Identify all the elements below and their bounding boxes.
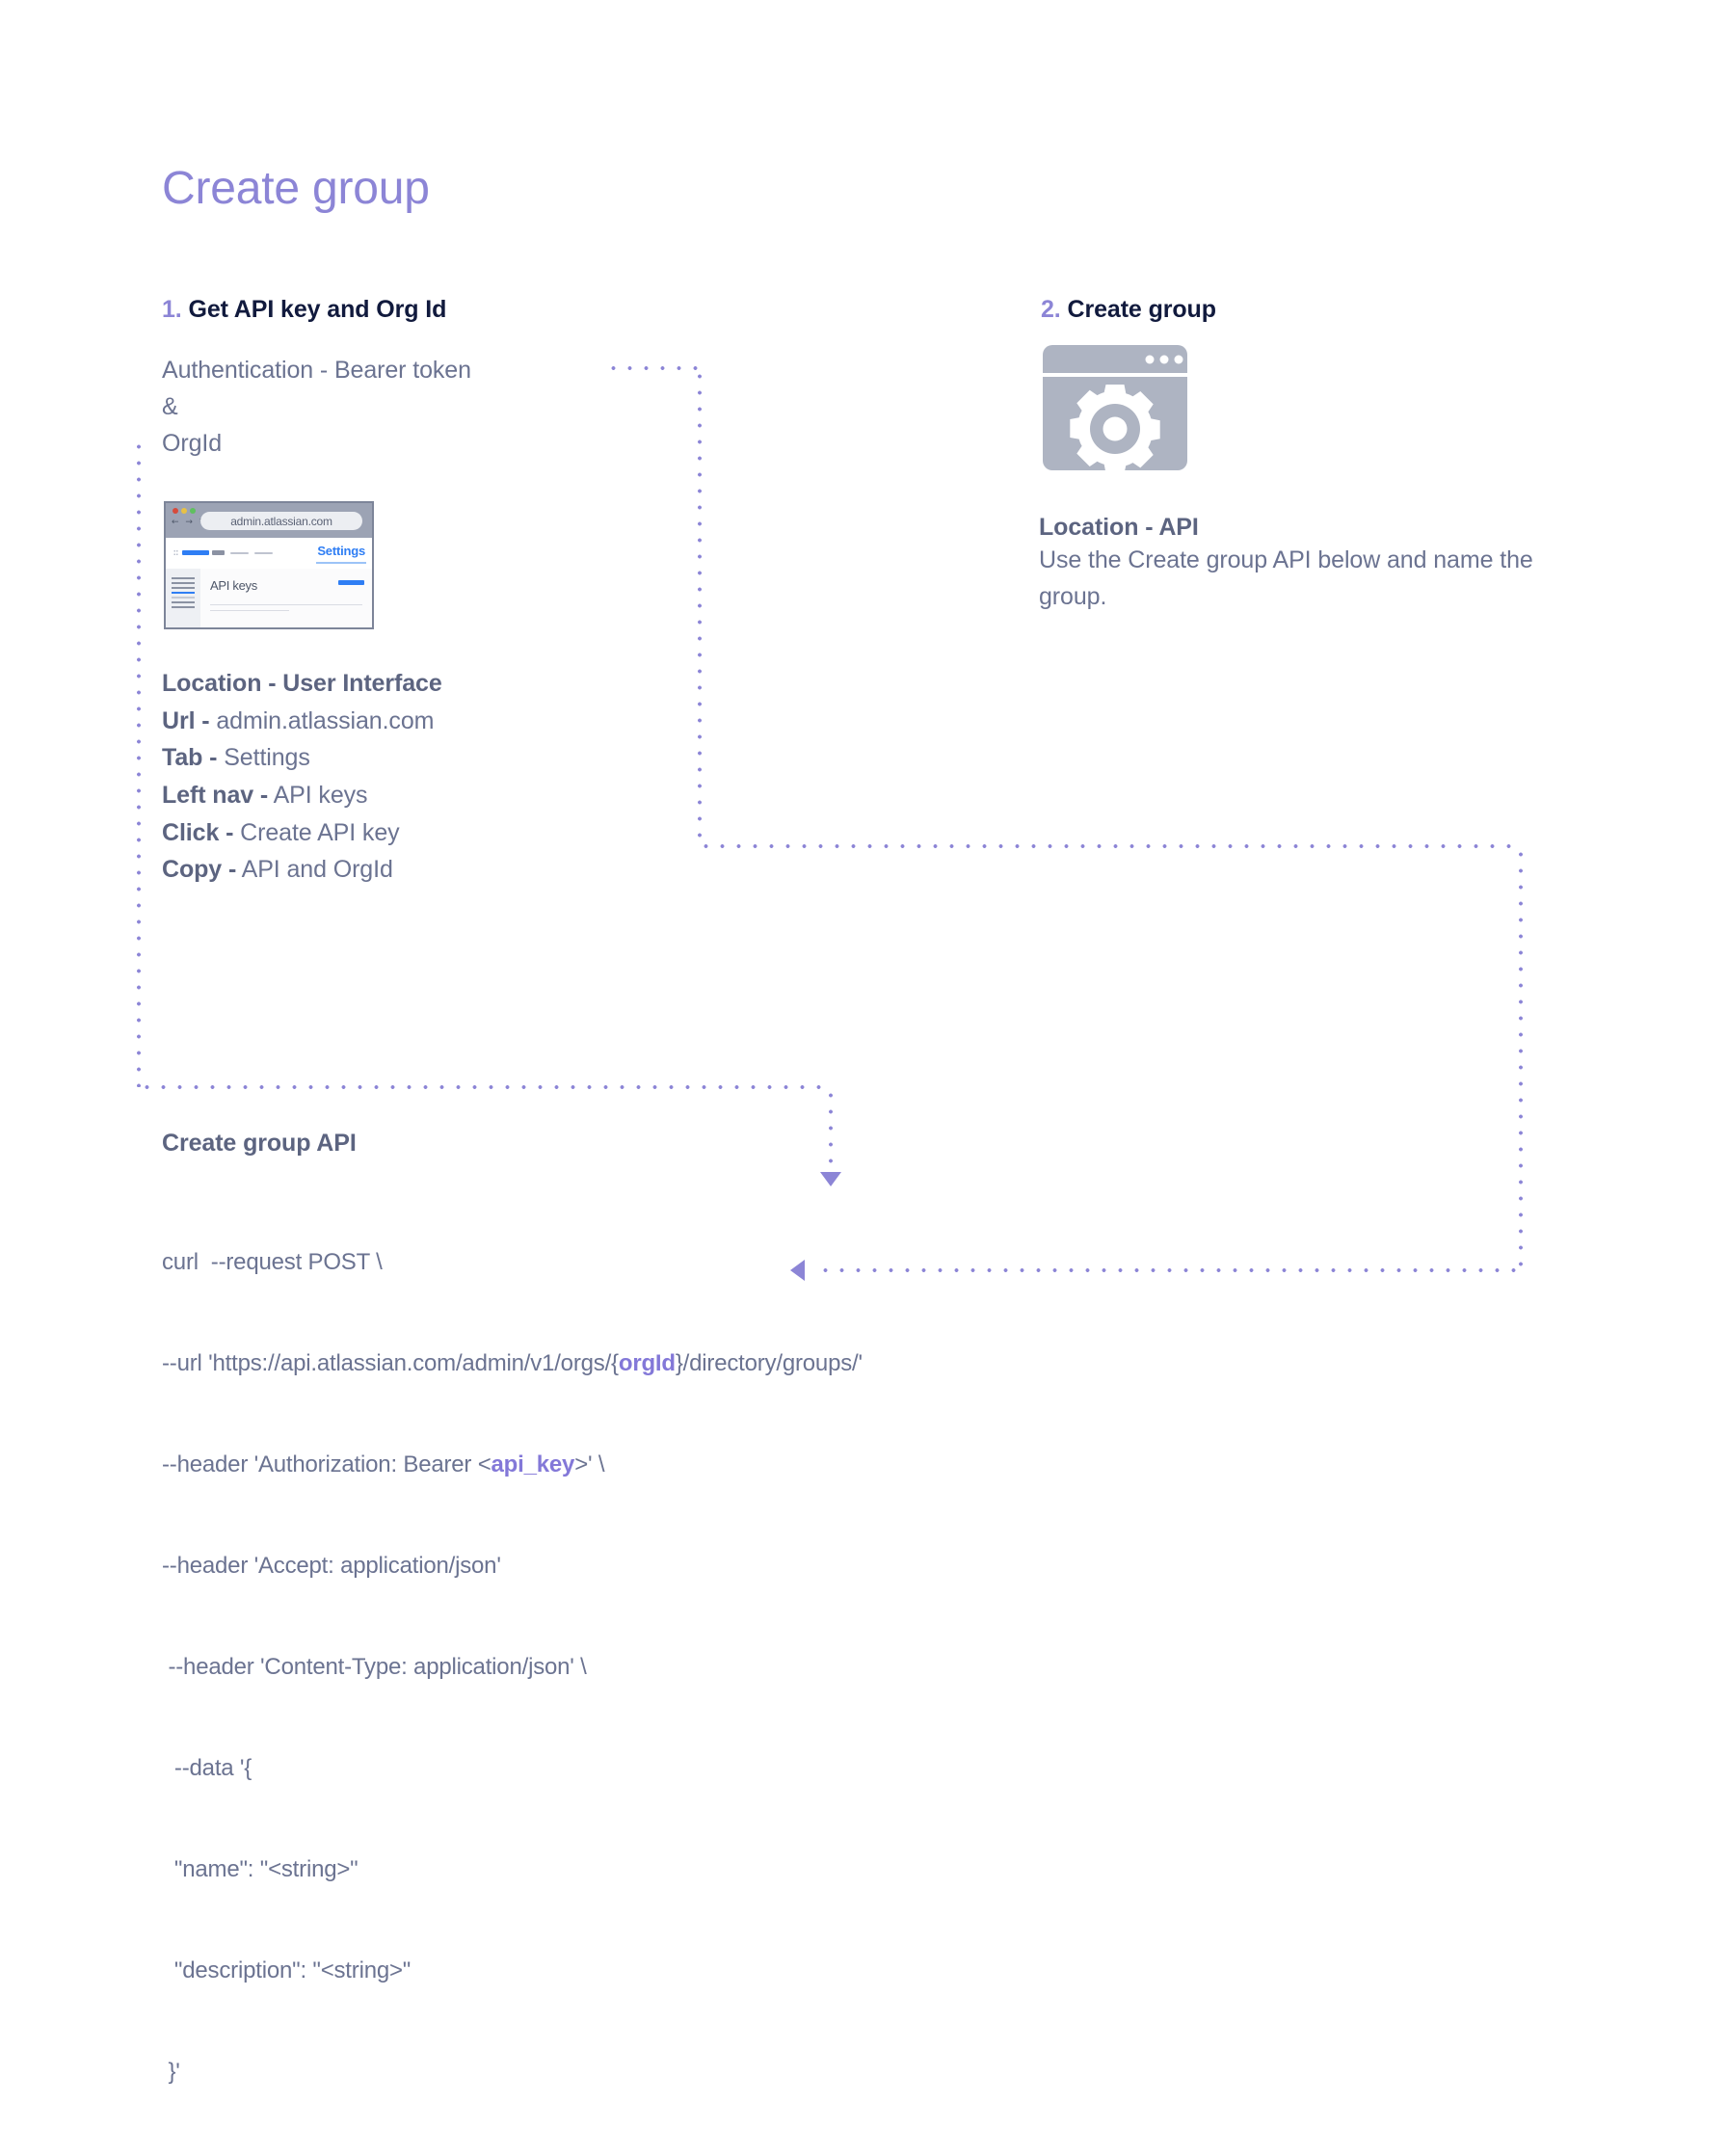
detail-copy: Copy - API and OrgId [162,851,779,889]
detail-location: Location - User Interface [162,665,779,703]
auth-line-2: OrgId [162,430,223,457]
nav-line-5 [172,597,195,599]
connector-dot-path-orgid [829,1087,833,1174]
auth-line-1: & [162,393,178,420]
close-dot-icon [173,508,178,514]
detail-left-nav-value: API keys [268,781,368,809]
authentication-lines: Authentication - Bearer token & OrgId [162,352,663,462]
detail-left-nav: Left nav - API keys [162,777,779,814]
browser-left-nav [166,569,200,627]
nav-segment-4 [254,552,273,554]
code-line-2: --header 'Authorization: Bearer <api_key… [162,1448,1164,1481]
nav-line-2 [172,582,195,584]
step-2-heading: 2. Create group [1041,296,1216,324]
settings-tab-label[interactable]: Settings [317,544,365,558]
nav-segment-active [182,550,209,555]
connector-dot-path-2-top [698,844,1523,848]
connector-dot-path-1-left [137,439,141,1087]
traffic-lights-icon [173,508,196,514]
nav-line-6 [172,601,195,603]
browser-chrome-bar: ← → ↻ admin.atlassian.com [166,503,372,538]
content-rule-1 [210,604,362,605]
code-line-1: --url 'https://api.atlassian.com/admin/v… [162,1346,1164,1380]
detail-click-label: Click - [162,818,234,846]
code-line-3: --header 'Accept: application/json' [162,1553,501,1579]
detail-location-label: Location - [162,670,277,697]
detail-url-label: Url - [162,706,210,734]
nav-segment-3 [230,552,249,554]
browser-content-area: API keys [166,569,372,627]
api-code-block[interactable]: curl --request POST \ --url 'https://api… [162,1178,1164,2156]
diagram-canvas: Create group 1. Get API key and Org Id A… [0,0,1727,2085]
code-token-apikey: api_key [491,1451,575,1477]
detail-copy-value: API and OrgId [236,856,393,884]
auth-line-0: Authentication - Bearer token [162,357,471,384]
step-1-title: Get API key and Org Id [188,296,447,323]
url-text: admin.atlassian.com [230,514,332,528]
step-1-heading: 1. Get API key and Org Id [162,296,446,324]
connector-dot-path-2-right [1519,846,1523,1270]
content-rule-2 [210,610,290,611]
nav-line-7 [172,606,195,608]
api-location-block: Location - API Use the Create group API … [1039,514,1588,615]
step-2-title: Create group [1067,296,1216,323]
browser-main-panel: API keys [200,569,372,627]
detail-url-value: admin.atlassian.com [209,706,435,734]
code-token-orgid: orgId [618,1350,676,1376]
create-api-key-button[interactable] [338,580,364,585]
api-keys-label: API keys [210,578,257,593]
api-code-heading: Create group API [162,1130,357,1157]
nav-line-3 [172,587,195,589]
settings-tab-underline [316,562,366,564]
grip-icon [173,549,178,556]
browser-tab-bar: Settings [166,538,372,569]
ui-location-details: Location - User Interface Url - admin.at… [162,665,779,889]
code-line-6: "name": "<string>" [162,1856,359,1882]
connector-dot-path-1-bottom [139,1085,833,1089]
detail-url: Url - admin.atlassian.com [162,703,779,740]
url-bar[interactable]: admin.atlassian.com [200,512,362,530]
step-2-number: 2. [1041,296,1061,323]
detail-copy-label: Copy - [162,856,237,884]
detail-click-value: Create API key [233,818,400,846]
code-line-1-post: }/directory/groups/' [675,1350,863,1376]
detail-left-nav-label: Left nav - [162,781,269,809]
gear-window-icon [1039,345,1191,473]
detail-tab-value: Settings [217,744,310,772]
code-line-8: }' [162,2059,180,2085]
step-1-number: 1. [162,296,182,323]
code-line-1-pre: --url 'https://api.atlassian.com/admin/v… [162,1350,619,1376]
detail-tab: Tab - Settings [162,739,779,777]
detail-tab-label: Tab - [162,744,218,772]
code-line-5: --data '{ [162,1755,252,1781]
maximize-dot-icon [190,508,196,514]
page-title: Create group [162,163,430,214]
detail-location-value: User Interface [276,670,442,697]
api-location-description: Use the Create group API below and name … [1039,546,1533,610]
nav-line-active[interactable] [172,592,195,594]
code-line-2-post: >' \ [574,1451,605,1477]
code-line-7: "description": "<string>" [162,1957,412,1983]
detail-click: Click - Create API key [162,814,779,852]
nav-segment-2 [212,550,225,555]
browser-mockup: ← → ↻ admin.atlassian.com Settings API k… [164,501,374,629]
code-line-4: --header 'Content-Type: application/json… [162,1654,587,1680]
api-location-heading: Location - API [1039,514,1199,541]
code-line-2-pre: --header 'Authorization: Bearer < [162,1451,492,1477]
nav-line-1 [172,577,195,579]
minimize-dot-icon [181,508,187,514]
code-line-0: curl --request POST \ [162,1249,383,1275]
